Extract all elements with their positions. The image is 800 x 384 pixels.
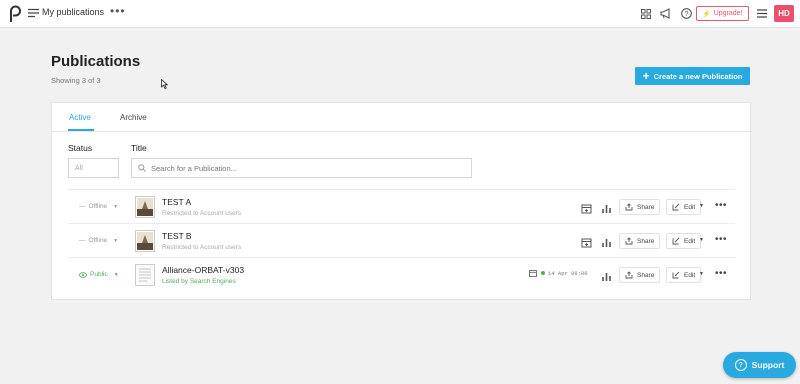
status-label: Public (90, 271, 108, 278)
schedule-date: 14 Apr 09:00 (548, 269, 588, 277)
status-dropdown[interactable]: — Offline ▼ (79, 203, 118, 210)
top-bar: My publications ••• ? ⚡ Upgrade! HD (0, 0, 800, 28)
svg-text:?: ? (685, 11, 689, 18)
publication-thumbnail[interactable] (135, 196, 155, 218)
results-count: Showing 3 of 3 (51, 76, 101, 85)
tab-active[interactable]: Active (69, 113, 91, 122)
publication-visibility: Restricted to Account users (162, 210, 242, 217)
status-filter-label: Status (68, 143, 93, 153)
title-filter-label: Title (131, 143, 147, 153)
scheduled-dot-icon (541, 271, 545, 275)
logo-icon[interactable] (8, 5, 22, 23)
publication-thumbnail[interactable] (135, 230, 155, 252)
share-icon (625, 237, 633, 245)
tab-archive[interactable]: Archive (120, 113, 147, 122)
edit-menu-chevron-icon[interactable]: ▼ (699, 237, 704, 243)
more-options-icon[interactable]: ••• (715, 268, 727, 279)
upgrade-label: Upgrade! (713, 10, 743, 17)
support-label: Support (751, 360, 785, 370)
publications-panel: Active Archive Status Title All —Offline… (51, 102, 752, 300)
share-button[interactable]: Share (619, 199, 661, 215)
menu-icon[interactable] (28, 8, 39, 18)
create-publication-button[interactable]: + Create a new Publication (635, 67, 750, 85)
edit-button[interactable]: Edit (666, 199, 702, 215)
grid-icon[interactable] (641, 9, 651, 19)
stats-icon[interactable] (601, 235, 612, 247)
table-row: — Offline ▼ TEST B Restricted to Account u… (68, 223, 735, 257)
edit-icon (672, 271, 680, 279)
edit-icon (672, 237, 680, 245)
publication-visibility: Listed by Search Engines (162, 278, 236, 285)
avatar[interactable]: HD (774, 5, 794, 22)
edit-button[interactable]: Edit (666, 233, 702, 249)
status-dropdown[interactable]: — Offline ▼ (79, 237, 118, 244)
share-label: Share (637, 237, 655, 245)
more-options-icon[interactable]: ••• (110, 4, 126, 18)
share-button[interactable]: Share (619, 233, 661, 249)
publication-title[interactable]: TEST B (162, 231, 192, 241)
bolt-icon: ⚡ (702, 10, 711, 18)
create-publication-label: Create a new Publication (653, 71, 743, 81)
publication-thumbnail[interactable] (135, 264, 155, 286)
more-options-icon[interactable]: ••• (715, 200, 727, 211)
chevron-down-icon: ▼ (113, 271, 119, 278)
publication-visibility: Restricted to Account users (162, 244, 242, 251)
upgrade-button[interactable]: ⚡ Upgrade! (696, 6, 749, 21)
active-tab-indicator (68, 129, 94, 131)
tab-bar: Active Archive (52, 103, 752, 132)
chevron-down-icon: ▼ (113, 203, 119, 210)
stats-icon[interactable] (601, 201, 612, 213)
calendar-add-icon[interactable] (581, 201, 592, 214)
table-row: Public ▼ Alliance-ORBAT-v303 Listed by Se… (68, 257, 735, 291)
eye-icon (79, 271, 87, 278)
page-title: Publications (51, 53, 141, 70)
share-icon (625, 203, 633, 211)
edit-button[interactable]: Edit (666, 267, 702, 283)
app-title[interactable]: My publications (42, 7, 104, 17)
question-icon: ? (734, 359, 747, 371)
status-label: Offline (88, 203, 108, 210)
edit-label: Edit (684, 271, 696, 279)
status-dropdown[interactable]: Public ▼ (79, 271, 119, 278)
publication-title[interactable]: Alliance-ORBAT-v303 (162, 265, 244, 275)
calendar-icon (529, 270, 537, 277)
schedule-info[interactable]: 14 Apr 09:00 (529, 269, 588, 277)
megaphone-icon[interactable] (660, 8, 672, 19)
support-button[interactable]: ? Support (723, 352, 796, 378)
hamburger-icon[interactable] (757, 9, 767, 18)
calendar-add-icon[interactable] (581, 235, 592, 248)
share-label: Share (637, 203, 655, 211)
help-icon[interactable]: ? (681, 8, 692, 19)
stats-icon[interactable] (601, 269, 612, 281)
table-row: — Offline ▼ TEST A Restricted to Account u… (68, 189, 735, 223)
edit-menu-chevron-icon[interactable]: ▼ (699, 203, 704, 209)
edit-menu-chevron-icon[interactable]: ▼ (699, 271, 704, 277)
search-field[interactable] (131, 158, 472, 178)
status-label: Offline (88, 237, 108, 244)
mouse-cursor-icon (161, 78, 169, 91)
search-icon (138, 159, 146, 177)
edit-icon (672, 203, 680, 211)
chevron-down-icon: ▼ (113, 237, 119, 244)
edit-label: Edit (684, 237, 696, 245)
search-input[interactable] (151, 163, 461, 173)
publication-title[interactable]: TEST A (162, 197, 191, 207)
share-icon (625, 271, 633, 279)
edit-label: Edit (684, 203, 696, 211)
status-select[interactable]: All (68, 158, 119, 178)
share-label: Share (637, 271, 655, 279)
plus-icon: + (642, 69, 650, 83)
share-button[interactable]: Share (619, 267, 661, 283)
more-options-icon[interactable]: ••• (715, 234, 727, 245)
